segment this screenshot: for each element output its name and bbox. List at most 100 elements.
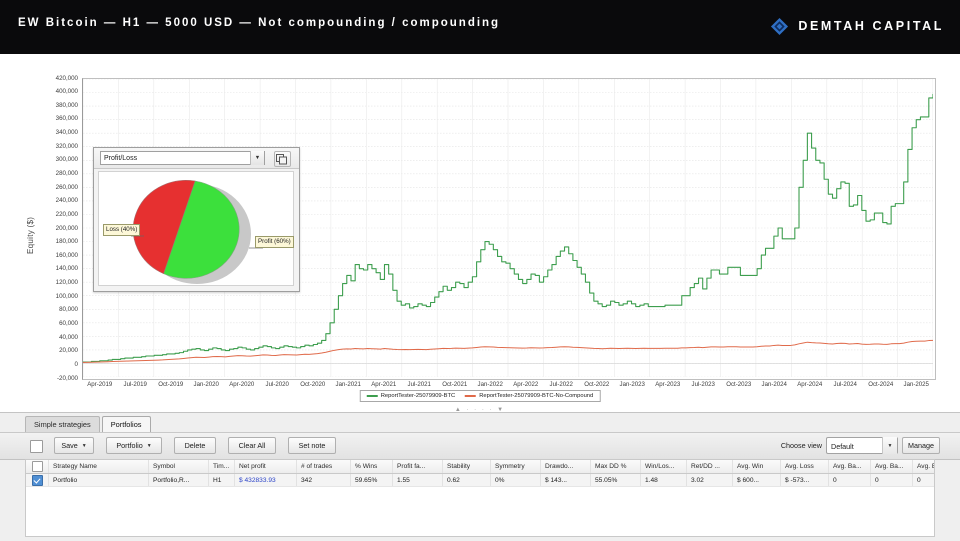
x-axis-tick: Apr-2024 (797, 381, 823, 388)
table-header-cell[interactable]: Avg. Ba... (913, 460, 934, 473)
y-axis-tick: 140,000 (55, 265, 78, 273)
x-axis-tick: Oct-2019 (158, 381, 184, 388)
x-axis-tick: Jan-2020 (193, 381, 219, 388)
y-axis-tick: 60,000 (59, 319, 78, 327)
x-axis-tick: Oct-2022 (584, 381, 610, 388)
table-header-cell[interactable]: Max DD % (591, 460, 641, 473)
choose-view-value: Default (831, 442, 854, 451)
tab-portfolios[interactable]: Portfolios (101, 416, 151, 432)
table-cell: 342 (297, 474, 351, 486)
header-checkbox[interactable] (31, 461, 43, 472)
table-header-cell[interactable]: Avg. Ba... (871, 460, 913, 473)
y-axis-tick: 40,000 (59, 333, 78, 341)
caret-down-icon: ▼ (146, 442, 152, 449)
x-axis-tick: Jan-2023 (619, 381, 645, 388)
table-cell: 0 (829, 474, 871, 486)
table-cell: 0 (913, 474, 934, 486)
y-axis-tick: 420,000 (55, 74, 78, 82)
chevron-down-icon[interactable]: ▼ (882, 437, 897, 454)
table-header-cell[interactable]: Profit fa... (393, 460, 443, 473)
pie-label-profit: Profit (60%) (255, 236, 294, 248)
pie-metric-select[interactable]: Profit/Loss ▼ (100, 151, 265, 165)
pie-chart-body: Loss (40%) Profit (60%) (98, 171, 294, 286)
portfolio-button[interactable]: Portfolio ▼ (106, 437, 162, 454)
table-header-cell[interactable]: Symbol (149, 460, 209, 473)
table-header-cell[interactable]: % Wins (351, 460, 393, 473)
table-header-cell[interactable]: Avg. Ba... (829, 460, 871, 473)
select-all-checkbox[interactable] (30, 440, 43, 453)
delete-button[interactable]: Delete (174, 437, 216, 454)
title-bar: EW Bitcoin — H1 — 5000 USD — Not compoun… (0, 0, 960, 54)
button-label: Delete (184, 441, 206, 450)
x-axis-tick: Jul-2023 (691, 381, 715, 388)
y-axis-tick: 120,000 (55, 279, 78, 287)
table-header-cell[interactable]: Stability (443, 460, 491, 473)
y-axis-tick: 300,000 (55, 156, 78, 164)
table-header-cell[interactable]: Win/Los... (641, 460, 687, 473)
x-axis-tick: Jan-2022 (477, 381, 503, 388)
y-axis-tick: 400,000 (55, 88, 78, 96)
table-header-cell[interactable]: Avg. Win (733, 460, 781, 473)
y-axis-tick: 220,000 (55, 210, 78, 218)
table-cell: 3.02 (687, 474, 733, 486)
table-empty-area (26, 488, 934, 536)
profit-loss-pie-panel[interactable]: Profit/Loss ▼ Loss (40%) Profit (60%) (93, 147, 300, 292)
table-header-cell[interactable]: Net profit (235, 460, 297, 473)
chevron-down-icon[interactable]: ▼ (250, 151, 264, 165)
y-axis-tick: 240,000 (55, 197, 78, 205)
results-toolbar: Save ▼ Portfolio ▼ Delete Clear All Set note C… (0, 432, 960, 460)
diamond-icon (771, 17, 789, 35)
button-label: Clear All (238, 441, 266, 450)
x-axis-tick: Apr-2023 (655, 381, 681, 388)
table-row[interactable]: Portfolio Portfolio,R... H1 $ 432833.93 342 5… (26, 474, 934, 487)
page-title: EW Bitcoin — H1 — 5000 USD — Not compoun… (18, 17, 501, 29)
x-axis-tick: Jul-2022 (549, 381, 573, 388)
brand-logo: DEMTAH CAPITAL (770, 15, 944, 37)
table-cell: 0.62 (443, 474, 491, 486)
pie-panel-toolbar: Profit/Loss ▼ (94, 148, 299, 169)
manage-button[interactable]: Manage (902, 437, 940, 454)
table-header-row: Strategy Name Symbol Tim... Net profit # of … (26, 460, 934, 474)
y-axis-tick: 320,000 (55, 142, 78, 150)
legend-swatch (465, 395, 477, 397)
table-cell: 0 (871, 474, 913, 486)
x-axis-tick: Apr-2022 (513, 381, 539, 388)
table-cell: 0% (491, 474, 541, 486)
table-cell: 1.55 (393, 474, 443, 486)
table-header-cell[interactable]: Tim... (209, 460, 235, 473)
set-note-button[interactable]: Set note (288, 437, 336, 454)
table-header-cell[interactable]: Avg. Loss (781, 460, 829, 473)
tab-simple-strategies[interactable]: Simple strategies (25, 416, 100, 432)
equity-chart-panel: Equity ($) 420,000 400,000 380,000 360,000 3… (0, 54, 960, 402)
x-axis-tick: Oct-2020 (300, 381, 326, 388)
x-axis-tick: Jan-2024 (761, 381, 787, 388)
y-axis-tick: 80,000 (59, 306, 78, 314)
table-select-all-header[interactable] (26, 460, 49, 473)
x-axis-tick: Apr-2021 (371, 381, 397, 388)
y-axis-tick: 100,000 (55, 292, 78, 300)
x-axis-tick: Jul-2021 (407, 381, 431, 388)
x-axis-tick: Oct-2023 (726, 381, 752, 388)
table-header-cell[interactable]: # of trades (297, 460, 351, 473)
table-cell: $ 600... (733, 474, 781, 486)
clear-all-button[interactable]: Clear All (228, 437, 276, 454)
table-header-cell[interactable]: Strategy Name (49, 460, 149, 473)
y-axis-tick: 0 (74, 360, 78, 368)
table-header-cell[interactable]: Ret/DD ... (687, 460, 733, 473)
copy-icon[interactable] (274, 151, 291, 167)
table-header-cell[interactable]: Symmetry (491, 460, 541, 473)
results-table[interactable]: Strategy Name Symbol Tim... Net profit # of … (25, 459, 935, 537)
caret-down-icon: ▼ (81, 442, 87, 449)
row-select-cell[interactable] (26, 474, 49, 486)
pie-label-loss: Loss (40%) (103, 224, 141, 236)
table-header-cell[interactable]: Drawdo... (541, 460, 591, 473)
app-root: EW Bitcoin — H1 — 5000 USD — Not compoun… (0, 0, 960, 541)
choose-view-select[interactable]: Default ▼ (826, 437, 898, 454)
row-checkbox[interactable] (31, 474, 43, 486)
save-button[interactable]: Save ▼ (54, 437, 94, 454)
x-axis-tick: Jan-2021 (335, 381, 361, 388)
table-body: Portfolio Portfolio,R... H1 $ 432833.93 342 5… (26, 474, 934, 487)
y-axis-tick: 260,000 (55, 183, 78, 191)
legend-swatch (366, 395, 378, 397)
pie-metric-value: Profit/Loss (104, 155, 138, 162)
